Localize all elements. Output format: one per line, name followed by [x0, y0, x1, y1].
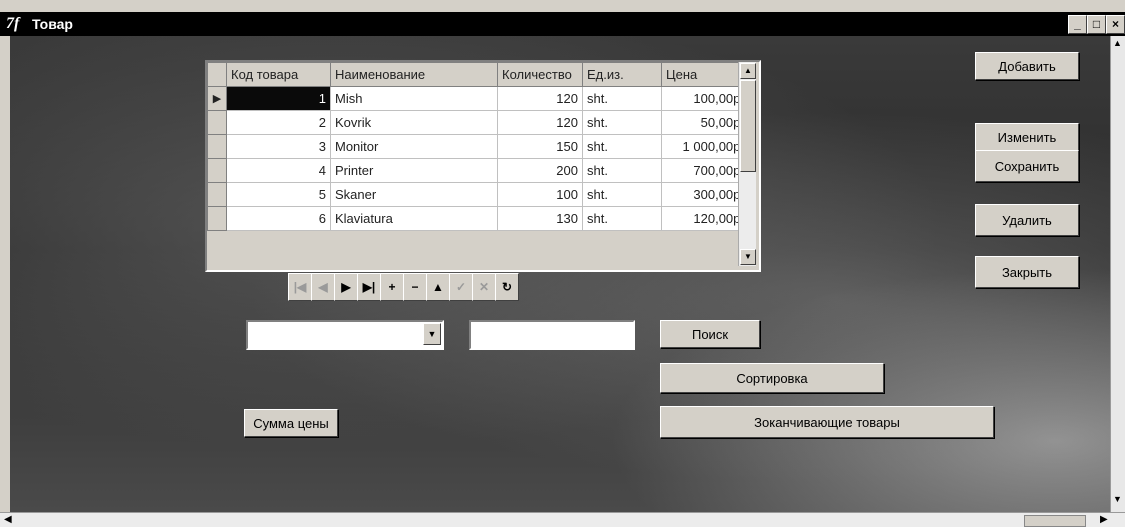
scroll-down-icon[interactable]: ▼	[1113, 494, 1122, 504]
title-bar: 7f Товар _ □ ×	[0, 12, 1125, 36]
cell-name[interactable]: Kovrik	[330, 110, 498, 135]
horizontal-scroll-thumb[interactable]	[1024, 515, 1086, 527]
cell-price[interactable]: 300,00р.	[661, 182, 749, 207]
cell-unit[interactable]: sht.	[582, 110, 662, 135]
row-indicator	[207, 182, 227, 207]
nav-refresh-icon[interactable]: ↻	[495, 273, 519, 301]
cell-price[interactable]: 50,00р.	[661, 110, 749, 135]
ending-goods-button[interactable]: Зоканчивающие товары	[660, 406, 994, 438]
row-indicator	[207, 206, 227, 231]
products-table: Код товара Наименование Количество Ед.из…	[207, 62, 749, 231]
nav-cancel-icon[interactable]: ✕	[472, 273, 496, 301]
table-row[interactable]: 2 Kovrik 120 sht. 50,00р.	[207, 110, 749, 135]
cell-price[interactable]: 120,00р.	[661, 206, 749, 231]
table-row[interactable]: 4 Printer 200 sht. 700,00р.	[207, 158, 749, 183]
cell-name[interactable]: Mish	[330, 86, 498, 111]
grid-scroll-up-icon[interactable]: ▲	[740, 63, 756, 79]
search-field-combobox[interactable]: ▼	[246, 320, 444, 350]
cell-unit[interactable]: sht.	[582, 182, 662, 207]
add-button[interactable]: Добавить	[975, 52, 1079, 80]
cell-quantity[interactable]: 150	[497, 134, 583, 159]
edit-button[interactable]: Изменить	[975, 123, 1079, 151]
form-client-area: Код товара Наименование Количество Ед.из…	[10, 36, 1110, 512]
window-title: Товар	[32, 16, 73, 32]
cell-code[interactable]: 1	[226, 86, 331, 111]
row-indicator	[207, 110, 227, 135]
minimize-button[interactable]: _	[1068, 15, 1087, 34]
main-window: 7f Товар _ □ × Код товара Наименование К…	[0, 0, 1125, 527]
form-horizontal-scrollbar[interactable]: ◀ ▶	[0, 512, 1125, 527]
cell-code[interactable]: 2	[226, 110, 331, 135]
nav-prior-icon[interactable]: ◀	[311, 273, 335, 301]
cell-unit[interactable]: sht.	[582, 158, 662, 183]
cell-quantity[interactable]: 120	[497, 110, 583, 135]
grid-vertical-scrollbar[interactable]: ▲ ▼	[738, 62, 756, 266]
grid-body: ▶ 1 Mish 120 sht. 100,00р. 2 Kovrik 120 …	[207, 86, 749, 231]
nav-post-icon[interactable]: ✓	[449, 273, 473, 301]
table-row[interactable]: 6 Klaviatura 130 sht. 120,00р.	[207, 206, 749, 231]
cell-name[interactable]: Skaner	[330, 182, 498, 207]
chevron-down-icon[interactable]: ▼	[423, 323, 441, 345]
grid-header-row: Код товара Наименование Количество Ед.из…	[207, 62, 749, 87]
column-header-quantity[interactable]: Количество	[497, 62, 583, 87]
cell-quantity[interactable]: 100	[497, 182, 583, 207]
cell-code[interactable]: 3	[226, 134, 331, 159]
cell-name[interactable]: Printer	[330, 158, 498, 183]
column-header-price[interactable]: Цена	[661, 62, 749, 87]
nav-delete-icon[interactable]: −	[403, 273, 427, 301]
delete-button[interactable]: Удалить	[975, 204, 1079, 236]
scroll-up-icon[interactable]: ▲	[1113, 38, 1122, 48]
cell-unit[interactable]: sht.	[582, 206, 662, 231]
cell-quantity[interactable]: 120	[497, 86, 583, 111]
save-button[interactable]: Сохранить	[975, 150, 1079, 182]
maximize-button[interactable]: □	[1087, 15, 1106, 34]
cell-unit[interactable]: sht.	[582, 86, 662, 111]
header-indicator-cell	[207, 62, 227, 87]
column-header-unit[interactable]: Ед.из.	[582, 62, 662, 87]
row-indicator	[207, 134, 227, 159]
table-row[interactable]: ▶ 1 Mish 120 sht. 100,00р.	[207, 86, 749, 111]
app-logo-icon: 7f	[6, 15, 20, 32]
cell-name[interactable]: Klaviatura	[330, 206, 498, 231]
table-row[interactable]: 5 Skaner 100 sht. 300,00р.	[207, 182, 749, 207]
cell-price[interactable]: 1 000,00р.	[661, 134, 749, 159]
nav-edit-icon[interactable]: ▲	[426, 273, 450, 301]
search-input[interactable]	[469, 320, 635, 350]
scroll-left-icon[interactable]: ◀	[4, 514, 12, 525]
db-navigator: |◀ ◀ ▶ ▶| + − ▲ ✓ ✕ ↻	[288, 273, 594, 301]
cell-price[interactable]: 700,00р.	[661, 158, 749, 183]
form-vertical-scrollbar[interactable]: ▲ ▼	[1110, 36, 1125, 512]
cell-code[interactable]: 4	[226, 158, 331, 183]
sort-button[interactable]: Сортировка	[660, 363, 884, 393]
row-indicator-icon: ▶	[207, 86, 227, 111]
grid-scroll-thumb[interactable]	[740, 80, 756, 172]
nav-next-icon[interactable]: ▶	[334, 273, 358, 301]
scroll-right-icon[interactable]: ▶	[1100, 514, 1108, 525]
column-header-code[interactable]: Код товара	[226, 62, 331, 87]
cell-name[interactable]: Monitor	[330, 134, 498, 159]
cell-unit[interactable]: sht.	[582, 134, 662, 159]
search-button[interactable]: Поиск	[660, 320, 760, 348]
close-window-button[interactable]: ×	[1106, 15, 1125, 34]
row-indicator	[207, 158, 227, 183]
nav-insert-icon[interactable]: +	[380, 273, 404, 301]
column-header-name[interactable]: Наименование	[330, 62, 498, 87]
cell-code[interactable]: 5	[226, 182, 331, 207]
price-sum-button[interactable]: Сумма цены	[244, 409, 338, 437]
cell-code[interactable]: 6	[226, 206, 331, 231]
nav-first-icon[interactable]: |◀	[288, 273, 312, 301]
table-row[interactable]: 3 Monitor 150 sht. 1 000,00р.	[207, 134, 749, 159]
nav-last-icon[interactable]: ▶|	[357, 273, 381, 301]
close-button[interactable]: Закрыть	[975, 256, 1079, 288]
grid-scroll-down-icon[interactable]: ▼	[740, 249, 756, 265]
cell-price[interactable]: 100,00р.	[661, 86, 749, 111]
cell-quantity[interactable]: 130	[497, 206, 583, 231]
cell-quantity[interactable]: 200	[497, 158, 583, 183]
products-grid[interactable]: Код товара Наименование Количество Ед.из…	[205, 60, 761, 272]
